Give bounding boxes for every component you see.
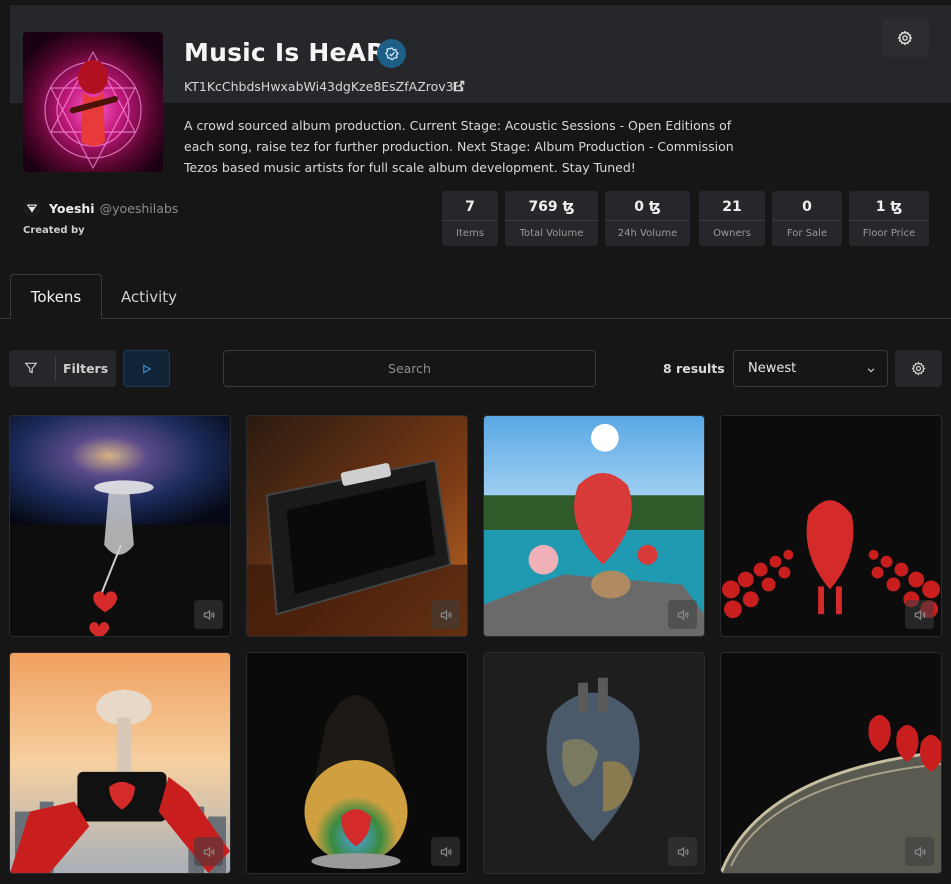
gear-icon	[897, 30, 913, 46]
creator-name: Yoeshi	[49, 200, 95, 216]
stat-value: 7	[465, 199, 475, 215]
filter-icon	[24, 362, 38, 374]
created-by-label: Created by	[23, 225, 85, 236]
audio-indicator	[431, 837, 460, 866]
token-card-1[interactable]	[9, 415, 231, 637]
speaker-icon	[440, 846, 452, 857]
gear-icon	[911, 361, 926, 376]
stat-value: 1 ꜩ	[875, 199, 903, 215]
stat-value: 0 ꜩ	[634, 199, 661, 215]
audio-indicator	[905, 837, 934, 866]
grid-settings-button[interactable]	[895, 350, 942, 387]
play-all-button[interactable]	[123, 350, 170, 387]
stat-label: Floor Price	[862, 228, 916, 239]
collection-avatar	[23, 32, 163, 172]
sort-value: Newest	[748, 361, 797, 376]
stat-value: 769 ꜩ	[528, 199, 575, 215]
stat-total-volume: 769 ꜩ Total Volume	[505, 191, 598, 246]
creator-link[interactable]: Yoeshi @yoeshilabs	[23, 199, 178, 217]
play-icon	[143, 363, 152, 374]
filters-label: Filters	[63, 361, 109, 376]
speaker-icon	[203, 609, 215, 620]
token-card-5[interactable]	[9, 652, 231, 874]
tab-tokens[interactable]: Tokens	[10, 274, 102, 319]
speaker-icon	[677, 846, 689, 857]
token-card-7[interactable]	[483, 652, 705, 874]
stat-label: Owners	[713, 228, 751, 239]
stat-items: 7 Items	[442, 191, 498, 246]
results-count: 8 results	[663, 361, 725, 376]
token-card-4[interactable]	[720, 415, 942, 637]
stat-label: For Sale	[786, 228, 828, 239]
verified-badge-icon	[384, 46, 399, 60]
token-card-6[interactable]	[246, 652, 468, 874]
stat-label: Total Volume	[519, 228, 584, 239]
speaker-icon	[914, 846, 926, 857]
stat-value: 21	[722, 199, 742, 215]
speaker-icon	[440, 609, 452, 620]
audio-indicator	[194, 837, 223, 866]
audio-indicator	[431, 600, 460, 629]
speaker-icon	[203, 846, 215, 857]
contract-address[interactable]: KT1KcChbdsHwxabWi43dgKze8EsZfAZrov3H	[184, 79, 463, 94]
speaker-icon	[677, 609, 689, 620]
tab-activity[interactable]: Activity	[106, 274, 192, 319]
chevron-down-icon	[867, 368, 875, 373]
creator-avatar	[23, 199, 41, 217]
token-card-3[interactable]	[483, 415, 705, 637]
stat-value: 0	[802, 199, 812, 215]
external-link-icon[interactable]	[452, 79, 466, 93]
collection-settings-button[interactable]	[881, 19, 929, 57]
audio-indicator	[905, 600, 934, 629]
creator-handle: @yoeshilabs	[99, 200, 179, 216]
audio-indicator	[668, 600, 697, 629]
verified-badge	[377, 39, 406, 68]
audio-indicator	[668, 837, 697, 866]
stat-label: 24h Volume	[617, 228, 678, 239]
creator-logo-icon	[26, 204, 38, 213]
stat-24h-volume: 0 ꜩ 24h Volume	[605, 191, 690, 246]
collection-description: A crowd sourced album production. Curren…	[184, 118, 734, 175]
collection-title: Music Is HeART	[184, 38, 402, 67]
audio-indicator	[194, 600, 223, 629]
token-card-2[interactable]	[246, 415, 468, 637]
search-input[interactable]	[223, 350, 596, 387]
stat-floor-price: 1 ꜩ Floor Price	[849, 191, 929, 246]
token-card-8[interactable]	[720, 652, 942, 874]
sort-select[interactable]: Newest	[733, 350, 888, 387]
stat-owners: 21 Owners	[699, 191, 765, 246]
speaker-icon	[914, 609, 926, 620]
filters-button[interactable]: Filters	[9, 350, 116, 387]
stat-for-sale: 0 For Sale	[772, 191, 842, 246]
stat-label: Items	[456, 228, 484, 239]
